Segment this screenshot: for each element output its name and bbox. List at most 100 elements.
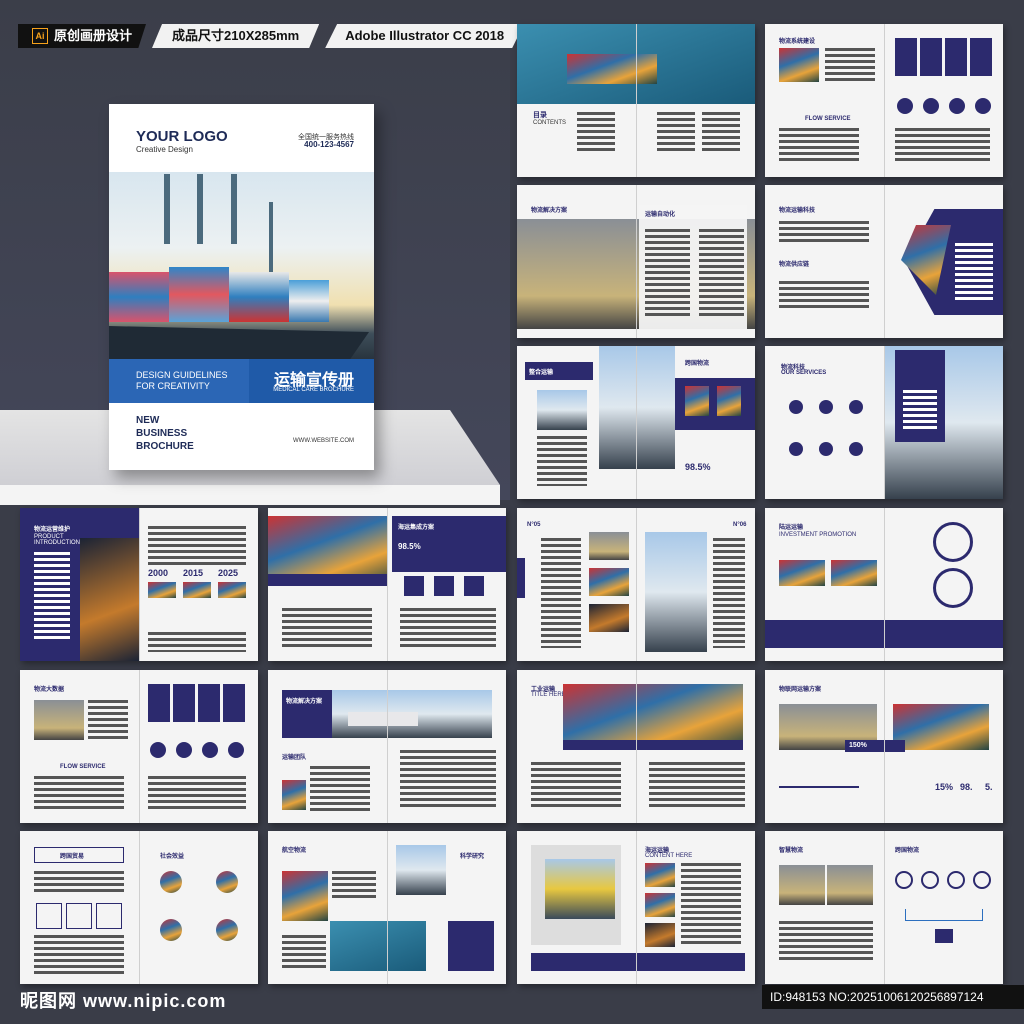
nbb-line: BROCHURE xyxy=(136,441,194,452)
spread-subtitle: 科学研究 xyxy=(460,854,485,860)
page-number: N°06 xyxy=(733,522,747,528)
text-lines xyxy=(681,863,741,947)
photo-warehouse xyxy=(34,700,84,740)
spread-title: 陆运运输 xyxy=(779,525,804,531)
icon-circle xyxy=(897,98,913,114)
spread-subtitle: OUR SERVICES xyxy=(781,370,827,376)
spread-contents: 目录 CONTENTS xyxy=(517,24,755,177)
text-lines xyxy=(577,112,615,154)
spread-subtitle: 物流供应链 xyxy=(779,262,810,268)
icon-circle xyxy=(923,98,939,114)
navy-footer-bar xyxy=(531,953,745,971)
page-fold xyxy=(139,831,140,984)
icon-circle xyxy=(973,871,991,889)
text-lines xyxy=(825,48,875,84)
spread-title: 物流系统建设 xyxy=(779,39,816,45)
spread-operations: 物流运营维护 PRODUCT INTRODUCTION 2000 2015 20… xyxy=(20,508,258,661)
spread-integration: 整合运输 跨国物流 98.5% xyxy=(517,346,755,499)
icon-circle xyxy=(849,400,863,414)
spread-subtitle: FLOW SERVICE xyxy=(805,116,851,122)
page-fold xyxy=(636,831,637,984)
text-lines xyxy=(400,750,496,810)
page-fold xyxy=(884,185,885,338)
cover-website: WWW.WEBSITE.COM xyxy=(293,438,354,444)
navy-panel xyxy=(448,921,494,971)
year-2015: 2015 xyxy=(183,568,204,578)
photo xyxy=(589,532,629,560)
brochure-cover: YOUR LOGO Creative Design 全国统一服务热线 400-1… xyxy=(109,104,374,470)
icon-circle xyxy=(150,742,166,758)
spread-title: 航空物流 xyxy=(282,848,307,854)
text-lines xyxy=(531,762,621,810)
text-lines xyxy=(34,552,70,642)
page-fold xyxy=(636,670,637,823)
stat-number: 98.5% xyxy=(685,462,711,472)
spread-subtitle: CONTENTS xyxy=(533,120,566,126)
text-lines xyxy=(541,538,581,648)
icon-box xyxy=(66,903,92,929)
page-fold xyxy=(884,24,885,177)
spread-services: 物流科技 OUR SERVICES xyxy=(765,346,1003,499)
photo-train xyxy=(545,859,615,919)
icon-circle xyxy=(819,400,833,414)
photo-port xyxy=(599,346,675,469)
text-lines xyxy=(148,632,246,652)
spread-tech: 物流运输科技 物流供应链 xyxy=(765,185,1003,338)
text-lines xyxy=(649,762,745,810)
tree-connector xyxy=(905,909,983,921)
cover-phone: 400-123-4567 xyxy=(304,140,354,149)
icon-box xyxy=(464,576,484,596)
progress-ring xyxy=(933,522,973,562)
spread-subtitle: CONTENT HERE xyxy=(645,853,693,859)
photo-container-yard xyxy=(563,684,743,748)
text-lines xyxy=(148,776,246,812)
design-label: 原创画册设计 xyxy=(54,28,133,43)
text-lines xyxy=(955,243,993,303)
spread-subtitle: 跨国物流 xyxy=(685,361,710,367)
side-tab xyxy=(517,558,525,598)
page-fold xyxy=(884,670,885,823)
spread-aviation: 航空物流 科学研究 xyxy=(268,831,506,984)
icon-circle xyxy=(789,442,803,456)
design-tag: Ai 原创画册设计 xyxy=(18,24,147,48)
size-label: 成品尺寸210X285mm xyxy=(172,28,300,43)
text-lines xyxy=(310,766,370,812)
text-lines xyxy=(657,112,695,154)
text-lines xyxy=(282,608,372,648)
icon-box xyxy=(96,903,122,929)
cover-photo-ship xyxy=(109,172,374,362)
photo-night-port xyxy=(80,538,139,661)
stat-number: 5. xyxy=(985,782,993,792)
photo xyxy=(218,582,246,598)
icon-circle xyxy=(949,98,965,114)
stat-number: 98. xyxy=(960,782,973,792)
icon-box xyxy=(404,576,424,596)
photo xyxy=(589,568,629,596)
photo-plane xyxy=(396,845,446,895)
text-lines xyxy=(88,700,128,740)
illustrator-icon: Ai xyxy=(32,28,48,44)
page-fold xyxy=(139,508,140,661)
icon-circle xyxy=(789,400,803,414)
app-label: Adobe Illustrator CC 2018 xyxy=(345,28,505,43)
tree-root xyxy=(935,929,953,943)
icon-circle xyxy=(202,742,218,758)
icon-circle xyxy=(895,871,913,889)
text-lines xyxy=(400,608,496,648)
text-lines xyxy=(779,281,869,311)
desk-edge xyxy=(0,485,500,505)
page-fold xyxy=(387,670,388,823)
shield-card xyxy=(223,684,245,722)
spread-title: 整合运输 xyxy=(529,370,554,376)
crane xyxy=(164,174,170,244)
guide-line: DESIGN GUIDELINES xyxy=(136,370,228,380)
icon-circle xyxy=(921,871,939,889)
photo xyxy=(827,865,873,905)
year-2025: 2025 xyxy=(218,568,239,578)
spread-trade: 跨国贸易 社会效益 xyxy=(20,831,258,984)
photo xyxy=(831,560,877,586)
spread-iot: 物联网运输方案 150% 15% 98. 5. xyxy=(765,670,1003,823)
spread-title: 跨国贸易 xyxy=(60,854,85,860)
size-tag: 成品尺寸210X285mm xyxy=(152,24,320,48)
text-lines xyxy=(702,112,740,154)
